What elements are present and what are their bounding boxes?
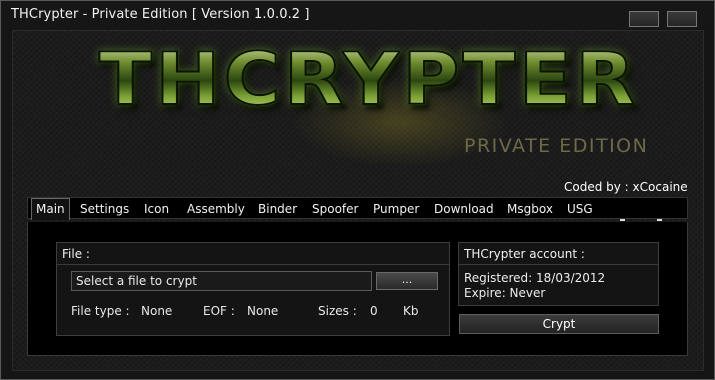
expire-date: Expire: Never (464, 286, 546, 300)
file-group-divider (57, 264, 449, 265)
tab-binder[interactable]: Binder (254, 200, 301, 219)
tab-bar: Main Settings Icon Assembly Binder Spoof… (27, 197, 688, 220)
title-bar[interactable]: THCrypter - Private Edition [ Version 1.… (1, 1, 714, 29)
tab-scroll-left[interactable] (620, 219, 625, 221)
sizes-value: 0 (370, 304, 378, 318)
sizes-unit: Kb (403, 304, 419, 318)
crypt-button[interactable]: Crypt (459, 314, 659, 334)
eof-label: EOF : (203, 304, 235, 318)
file-type-value: None (141, 304, 173, 318)
minimize-button[interactable] (629, 11, 659, 27)
tab-settings[interactable]: Settings (76, 200, 133, 219)
account-group: THCrypter account : Registered: 18/03/20… (458, 242, 659, 306)
logo-text: THCRYPTER (98, 38, 682, 120)
tab-download[interactable]: Download (430, 200, 498, 219)
sizes-label: Sizes : (318, 304, 357, 318)
tab-main[interactable]: Main (31, 198, 70, 220)
registered-date: Registered: 18/03/2012 (464, 271, 606, 285)
tab-spoofer[interactable]: Spoofer (308, 200, 362, 219)
coded-by-label: Coded by : xCocaine (564, 180, 688, 194)
logo-banner: THCRYPTER THCRYPTER (81, 37, 651, 167)
account-group-divider (459, 264, 658, 265)
logo-subtitle: PRIVATE EDITION (464, 135, 649, 157)
file-path-input[interactable] (71, 271, 372, 291)
eof-value: None (247, 304, 279, 318)
tab-msgbox[interactable]: Msgbox (503, 200, 557, 219)
account-group-title: THCrypter account : (464, 247, 585, 261)
tab-scroll-right[interactable] (657, 219, 662, 221)
main-window: THCrypter - Private Edition [ Version 1.… (0, 0, 715, 380)
close-button[interactable] (667, 11, 697, 27)
file-group: File : ... File type : None EOF : None S… (56, 242, 450, 336)
browse-button[interactable]: ... (376, 272, 438, 290)
tab-assembly[interactable]: Assembly (183, 200, 249, 219)
file-type-label: File type : (71, 304, 130, 318)
file-group-title: File : (62, 247, 90, 261)
tab-usg[interactable]: USG (563, 200, 597, 219)
window-title: THCrypter - Private Edition [ Version 1.… (11, 7, 310, 22)
tab-pumper[interactable]: Pumper (369, 200, 423, 219)
tab-icon[interactable]: Icon (140, 200, 173, 219)
